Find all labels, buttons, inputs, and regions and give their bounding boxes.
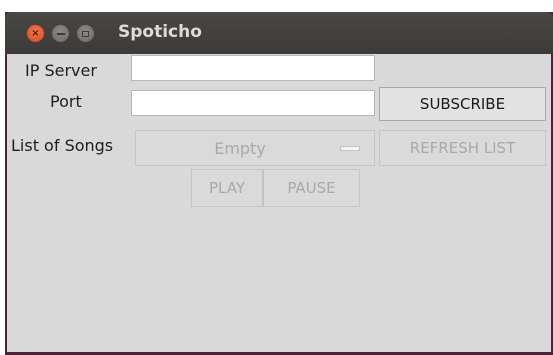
window-title: Spoticho: [118, 22, 202, 42]
maximize-box: [82, 30, 89, 37]
play-button[interactable]: PLAY: [191, 169, 263, 207]
dropdown-indicator-icon: [340, 146, 360, 151]
close-glyph: ×: [31, 27, 40, 39]
minimize-icon[interactable]: [52, 25, 69, 42]
list-of-songs-label: List of Songs: [11, 136, 114, 155]
app-window: × Spoticho IP Server Port SUBSCRIBE List…: [5, 12, 553, 355]
close-icon[interactable]: ×: [27, 25, 44, 42]
ip-server-label: IP Server: [25, 61, 97, 80]
song-select-value: Empty: [214, 138, 266, 158]
title-bar[interactable]: × Spoticho: [5, 12, 553, 54]
maximize-icon[interactable]: [77, 25, 94, 42]
minimize-bar: [56, 32, 65, 35]
song-select-dropdown[interactable]: Empty: [135, 130, 375, 166]
pause-button[interactable]: PAUSE: [263, 169, 360, 207]
refresh-list-button[interactable]: REFRESH LIST: [379, 130, 546, 166]
subscribe-button[interactable]: SUBSCRIBE: [379, 87, 546, 121]
ip-server-input[interactable]: [131, 55, 375, 81]
main-content: IP Server Port SUBSCRIBE List of Songs E…: [7, 54, 551, 352]
port-label: Port: [50, 92, 82, 111]
port-input[interactable]: [131, 90, 375, 116]
